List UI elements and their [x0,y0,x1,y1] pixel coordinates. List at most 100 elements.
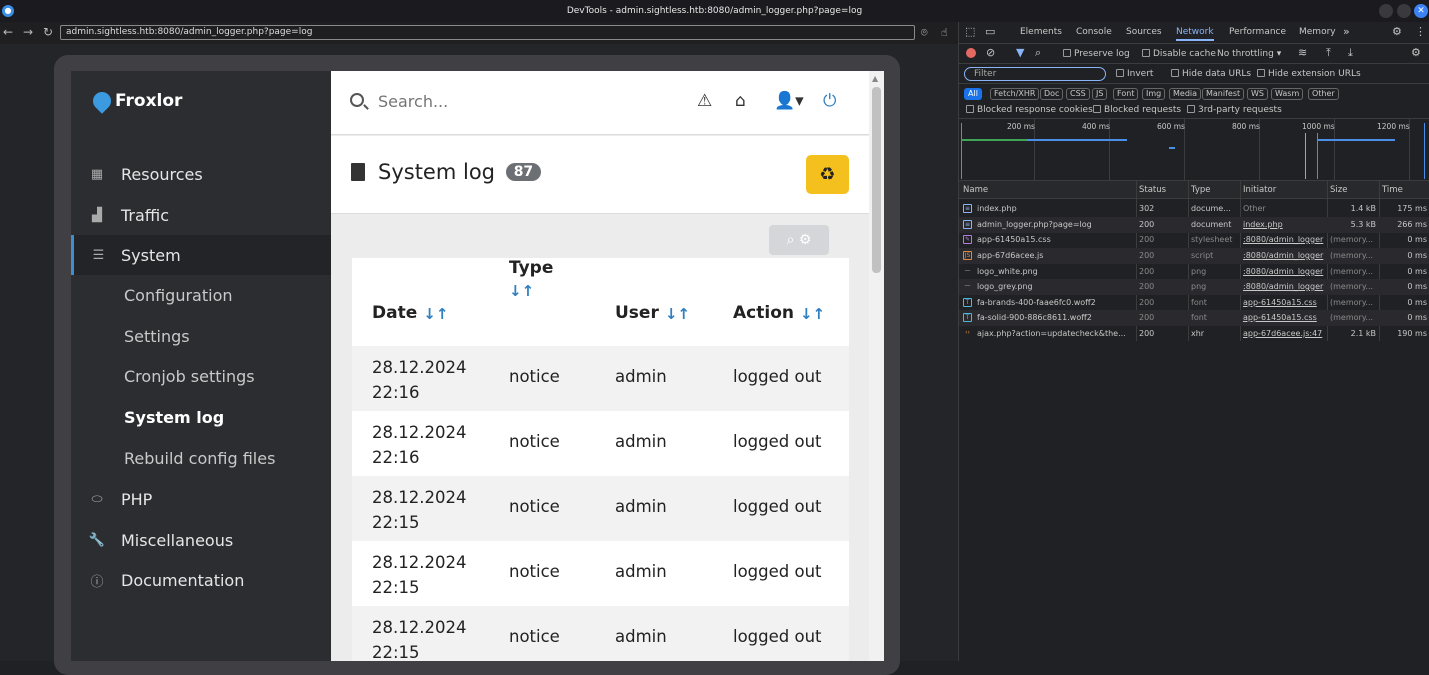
scroll-up-arrow-icon[interactable]: ▲ [872,74,878,83]
type-filter-ws[interactable]: WS [1247,88,1268,100]
type-filter-js[interactable]: JS [1092,88,1108,100]
sidebar-item-miscellaneous[interactable]: 🔧 Miscellaneous [71,520,331,560]
page-scrollbar[interactable]: ▲ [869,71,884,661]
column-header-time[interactable]: Time [1382,185,1403,195]
alert-icon[interactable]: ⚠ [697,91,712,111]
blocked-cookies-checkbox[interactable]: Blocked response cookies [966,105,1093,115]
table-tools-button[interactable]: ⌕ ⚙ [769,225,829,255]
tab-performance[interactable]: Performance [1229,27,1286,37]
column-header-initiator[interactable]: Initiator [1243,185,1276,195]
time-cell: 22:15 [372,513,420,532]
type-filter-img[interactable]: Img [1142,88,1166,100]
preserve-log-checkbox[interactable]: Preserve log [1063,49,1130,59]
sidebar-item-resources[interactable]: ▦ Resources [71,154,331,194]
type-filter-other[interactable]: Other [1308,88,1339,100]
column-header-action[interactable]: Action ↓↑ [733,258,825,346]
reload-icon[interactable]: ↻ [43,25,53,39]
tab-sources[interactable]: Sources [1126,27,1162,37]
truncate-log-button[interactable]: ♻ [806,155,849,194]
sidebar-subitem-settings[interactable]: Settings [124,327,190,346]
network-conditions-icon[interactable]: ≋ [1298,46,1307,59]
filter-input[interactable]: Filter [964,67,1106,81]
close-window-button[interactable]: ✕ [1414,4,1428,18]
type-filter-wasm[interactable]: Wasm [1271,88,1304,100]
disable-cache-checkbox[interactable]: Disable cache [1142,49,1216,59]
type-filter-font[interactable]: Font [1113,88,1139,100]
sidebar-item-system[interactable]: ☰ System [71,235,331,275]
request-row[interactable]: — logo_white.png 200 png :8080/admin_log… [959,264,1429,280]
hide-data-urls-checkbox[interactable]: Hide data URLs [1171,69,1251,79]
sidebar-subitem-cronjob-settings[interactable]: Cronjob settings [124,367,255,386]
request-row[interactable]: — logo_grey.png 200 png :8080/admin_logg… [959,279,1429,295]
sidebar-item-php[interactable]: ⬭ PHP [71,479,331,519]
export-har-icon[interactable]: ⤓ [1348,46,1353,60]
type-filter-media[interactable]: Media [1169,88,1202,100]
request-row[interactable]: T fa-brands-400-faae6fc0.woff2 200 font … [959,295,1429,311]
more-tabs-icon[interactable]: » [1343,25,1350,38]
sidebar-subitem-configuration[interactable]: Configuration [124,286,233,305]
type-filter-doc[interactable]: Doc [1040,88,1064,100]
tab-memory[interactable]: Memory [1299,27,1336,37]
type-filter-all[interactable]: All [964,88,982,100]
column-header-user[interactable]: User ↓↑ [615,258,690,346]
blocked-requests-checkbox[interactable]: Blocked requests [1093,105,1181,115]
request-row[interactable]: ✎ app-61450a15.css 200 stylesheet :8080/… [959,232,1429,248]
device-toolbar-icon[interactable]: ▭ [985,25,995,38]
column-header-type[interactable]: Type ↓↑ [509,258,553,346]
invert-checkbox[interactable]: Invert [1116,69,1153,79]
sidebar-subitem-system-log[interactable]: System log [124,408,224,427]
request-row[interactable]: JS app-67d6acee.js 200 script :8080/admi… [959,248,1429,264]
touch-icon[interactable]: ☝ [941,26,948,39]
logout-power-icon[interactable]: ⏻ [823,91,836,111]
network-timeline-overview[interactable]: 200 ms 400 ms 600 ms 800 ms 1000 ms 1200… [959,119,1429,181]
hide-extension-urls-checkbox[interactable]: Hide extension URLs [1257,69,1361,79]
type-filter-fetch-xhr[interactable]: Fetch/XHR [990,88,1040,100]
forward-arrow-icon[interactable]: → [23,25,33,39]
sidebar-item-documentation[interactable]: ⓘ Documentation [71,560,331,600]
record-icon[interactable] [966,48,976,58]
sidebar-subitem-rebuild-config[interactable]: Rebuild config files [124,449,275,468]
request-row[interactable]: ≡ index.php 302 docume... Other 1.4 kB 1… [959,201,1429,217]
request-row[interactable]: T fa-solid-900-886c8611.woff2 200 font a… [959,310,1429,326]
sort-icon[interactable]: ↓↑ [665,305,690,323]
mouse-icon[interactable]: ⌾ [921,26,928,40]
maximize-button[interactable] [1397,4,1411,18]
type-filter-manifest[interactable]: Manifest [1202,88,1245,100]
import-har-icon[interactable]: ⤒ [1326,46,1331,60]
column-header-status[interactable]: Status [1139,185,1166,195]
url-field[interactable]: admin.sightless.htb:8080/admin_logger.ph… [60,25,915,40]
sort-icon[interactable]: ↓↑ [800,305,825,323]
sort-icon[interactable]: ↓↑ [509,282,534,300]
scrollbar-thumb[interactable] [872,87,881,273]
home-icon[interactable]: ⌂ [735,91,746,111]
settings-gear-icon[interactable]: ⚙ [1392,25,1402,38]
filter-funnel-icon[interactable]: ▼ [1016,46,1024,59]
tab-elements[interactable]: Elements [1020,27,1062,37]
type-filter-css[interactable]: CSS [1066,88,1090,100]
font-icon: T [963,313,972,322]
network-settings-gear-icon[interactable]: ⚙ [1411,46,1421,59]
request-row[interactable]: ≡ admin_logger.php?page=log 200 document… [959,217,1429,233]
column-header-size[interactable]: Size [1330,185,1347,195]
log-table: Date ↓↑ Type ↓↑ User ↓↑ Action ↓↑ 28.12.… [352,258,849,661]
column-header-date[interactable]: Date ↓↑ [372,258,448,346]
third-party-checkbox[interactable]: 3rd-party requests [1187,105,1282,115]
user-menu-icon[interactable]: 👤▾ [774,91,804,111]
more-options-icon[interactable]: ⋮ [1415,25,1426,38]
search-icon[interactable]: ⌕ [1035,46,1041,60]
sidebar-item-traffic[interactable]: ▟ Traffic [71,195,331,235]
minimize-button[interactable] [1379,4,1393,18]
clear-icon[interactable]: ⊘ [986,46,995,59]
froxlor-logo[interactable]: Froxlor [89,88,182,114]
column-header-name[interactable]: Name [963,185,988,195]
column-header-type[interactable]: Type [1191,185,1211,195]
search-input[interactable] [378,92,578,111]
sort-icon[interactable]: ↓↑ [423,305,448,323]
tab-network[interactable]: Network [1176,27,1214,41]
throttling-select[interactable]: No throttling ▾ [1217,49,1281,59]
tab-console[interactable]: Console [1076,27,1112,37]
back-arrow-icon[interactable]: ← [3,25,13,39]
inspect-element-icon[interactable]: ⬚ [965,25,975,38]
request-row[interactable]: ‹› ajax.php?action=updatecheck&the... 20… [959,326,1429,342]
font-icon: T [963,298,972,307]
